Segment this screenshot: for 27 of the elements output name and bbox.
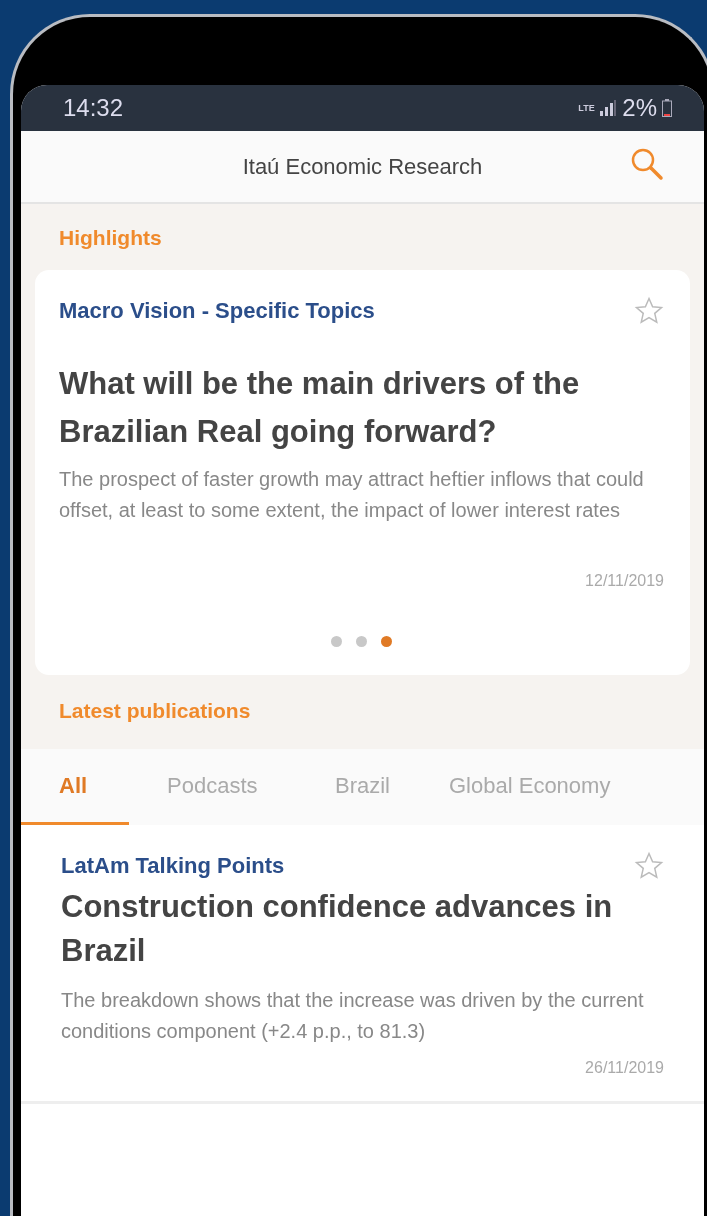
date-label: 12/11/2019 [585,572,664,590]
summary-text: The breakdown shows that the increase was driven by the current conditions component (+2.4 p.p., to 81.3) [61,988,645,1044]
category-label: LatAm Talking Points [61,853,285,879]
headline: What will be the main drivers of the Brazilian Real going forward? [59,365,581,451]
summary-text: The prospect of faster growth may attract heftier inflows that could offset, at least to some extent, the impact of lower interest rates [59,467,645,523]
category-tab[interactable]: Podcasts [129,749,305,825]
section-heading: Latest publications [58,698,251,724]
app-title: Itaú Economic Research [242,153,483,180]
carousel-dot[interactable] [381,636,392,647]
category-tab[interactable]: Brazil [305,749,445,825]
battery-icon [662,99,672,117]
category-label: Macro Vision - Specific Topics [59,298,375,324]
category-tab[interactable]: Global Economy [445,749,635,825]
signal-icon [599,100,618,116]
battery-level: 2% [622,94,657,122]
star-icon[interactable] [634,851,664,881]
article-item[interactable]: LatAm Talking Points Construction confidence advances in Brazil The breakdown shows that the increase was driven by the current conditions component (+2.4 p.p., to 81.3) 26/11/2019 [21,825,704,1104]
carousel-dot[interactable] [331,636,342,647]
date-label: 26/11/2019 [585,1059,664,1077]
clock: 14:32 [63,94,124,122]
star-icon[interactable] [634,296,664,326]
carousel-dot[interactable] [356,636,367,647]
search-icon[interactable] [630,147,664,181]
highlight-card[interactable] [35,270,690,675]
network-type: LTE [578,103,595,113]
headline: Construction confidence advances in Brazil [61,888,614,970]
section-heading: Highlights [58,225,162,251]
